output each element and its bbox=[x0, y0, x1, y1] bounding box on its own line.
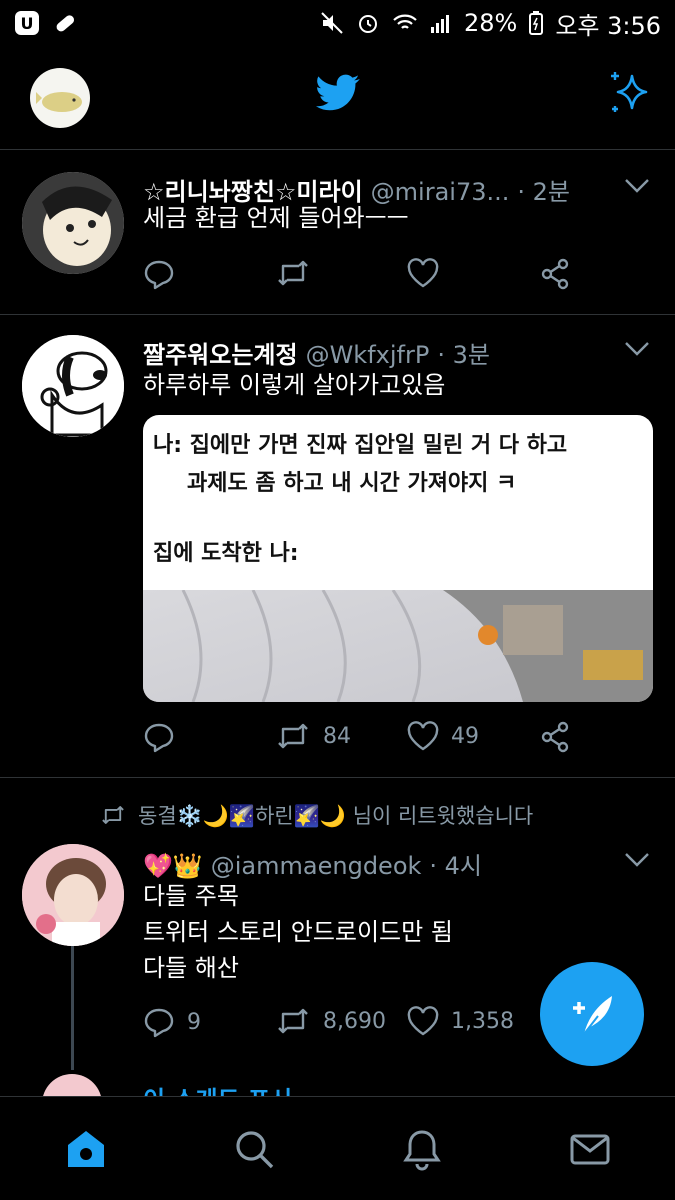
chevron-down-icon[interactable] bbox=[624, 852, 650, 868]
tweet-text: 다들 주목 트위터 스토리 안드로이드만 됨 다들 해산 bbox=[143, 878, 453, 986]
display-name[interactable]: 💖👑 bbox=[143, 852, 203, 880]
reply-icon bbox=[144, 260, 174, 290]
like-button[interactable]: 49 bbox=[407, 721, 479, 751]
avatar[interactable] bbox=[22, 844, 124, 946]
timestamp: · 3분 bbox=[437, 341, 490, 369]
heart-icon bbox=[407, 258, 439, 288]
reply-button[interactable]: 9 bbox=[143, 1006, 201, 1038]
sparkle-icon[interactable] bbox=[606, 70, 652, 116]
thread-connector bbox=[71, 946, 74, 1070]
retweet-button[interactable] bbox=[275, 258, 323, 288]
tweet-line: 다들 주목 bbox=[143, 882, 239, 910]
image-caption-line: 집에 도착한 나: bbox=[153, 541, 299, 566]
share-icon bbox=[541, 258, 569, 290]
bed-photo bbox=[143, 590, 653, 702]
tweet[interactable]: ☆리니놔짱친☆미라이 @mirai73... · 2분 세금 환급 언제 들어와… bbox=[0, 150, 675, 315]
retweet-icon bbox=[102, 806, 124, 824]
retweet-count: 84 bbox=[323, 723, 351, 749]
reply-button[interactable] bbox=[143, 721, 187, 753]
retweet-icon bbox=[278, 723, 308, 749]
messages-icon[interactable] bbox=[568, 1127, 612, 1171]
battery-percent: 28% bbox=[463, 9, 518, 37]
cartoon-avatar-icon bbox=[22, 172, 124, 274]
snoopy-avatar-icon bbox=[22, 335, 124, 437]
retweet-button[interactable]: 84 bbox=[275, 721, 351, 751]
battery-icon bbox=[529, 11, 544, 35]
reply-button[interactable] bbox=[143, 258, 187, 290]
top-app-bar bbox=[0, 46, 675, 150]
tweet-text: 세금 환급 언제 들어와ㅡㅡ bbox=[143, 204, 409, 232]
home-icon[interactable] bbox=[64, 1127, 108, 1171]
like-button[interactable] bbox=[407, 258, 451, 288]
status-bar: U 28% 오후 3:56 bbox=[0, 0, 675, 46]
share-icon bbox=[541, 721, 569, 753]
person-avatar-icon bbox=[22, 844, 124, 946]
reply-icon bbox=[144, 1008, 174, 1038]
search-icon[interactable] bbox=[232, 1127, 276, 1171]
chevron-down-icon[interactable] bbox=[624, 178, 650, 194]
signal-icon bbox=[430, 15, 449, 33]
like-button[interactable]: 1,358 bbox=[407, 1006, 514, 1036]
avatar[interactable] bbox=[22, 335, 124, 437]
reply-count: 9 bbox=[187, 1009, 201, 1035]
image-caption-line: 나: 집에만 가면 진짜 집안일 밀린 거 다 하고 bbox=[153, 433, 568, 458]
chevron-down-icon[interactable] bbox=[624, 341, 650, 357]
wifi-icon bbox=[393, 14, 417, 29]
retweeted-by-text: 동결❄️🌙🌠하린🌠🌙 님이 리트윗했습니다 bbox=[138, 804, 534, 828]
retweet-button[interactable]: 8,690 bbox=[275, 1006, 386, 1036]
retweet-icon bbox=[278, 1008, 308, 1034]
tweet-text: 하루하루 이렇게 살아가고있음 bbox=[143, 371, 446, 399]
bottom-nav bbox=[0, 1096, 675, 1200]
twitter-bird-icon bbox=[316, 74, 360, 111]
share-button[interactable] bbox=[539, 721, 571, 753]
retweet-count: 8,690 bbox=[323, 1008, 386, 1034]
notifications-icon[interactable] bbox=[400, 1127, 444, 1171]
pill-notification-icon bbox=[56, 15, 75, 32]
clock: 오후 3:56 bbox=[555, 11, 661, 40]
timestamp: · 2분 bbox=[517, 178, 570, 206]
mute-icon bbox=[321, 12, 343, 34]
tweet-image[interactable]: 나: 집에만 가면 진짜 집안일 밀린 거 다 하고 과제도 좀 하고 내 시간… bbox=[143, 415, 653, 702]
tweet-line: 다들 해산 bbox=[143, 954, 239, 982]
heart-icon bbox=[407, 721, 439, 751]
image-caption-line: 과제도 좀 하고 내 시간 가져야지 ㅋ bbox=[187, 471, 517, 496]
whale-avatar-icon bbox=[36, 92, 82, 112]
retweet-icon bbox=[278, 260, 308, 286]
svg-text:U: U bbox=[21, 14, 34, 33]
compose-tweet-icon bbox=[573, 996, 612, 1035]
avatar[interactable] bbox=[22, 172, 124, 274]
alarm-icon bbox=[358, 15, 377, 33]
reply-icon bbox=[144, 723, 174, 753]
share-button[interactable] bbox=[539, 258, 571, 290]
compose-tweet-button[interactable] bbox=[540, 962, 644, 1066]
retweeted-by-banner[interactable]: 동결❄️🌙🌠하린🌠🌙 님이 리트윗했습니다 bbox=[100, 800, 533, 830]
handle[interactable]: @WkfxjfrP bbox=[306, 341, 430, 369]
app-notification-icon: U bbox=[15, 11, 39, 35]
like-count: 49 bbox=[451, 723, 479, 749]
tweet[interactable]: 짤주워오는계정 @WkfxjfrP · 3분 하루하루 이렇게 살아가고있음 나… bbox=[0, 315, 675, 778]
display-name[interactable]: 짤주워오는계정 bbox=[143, 335, 298, 370]
tweet-line: 트위터 스토리 안드로이드만 됨 bbox=[143, 918, 453, 946]
heart-icon bbox=[407, 1006, 439, 1036]
profile-avatar-button[interactable] bbox=[30, 68, 90, 128]
timestamp: · 4시 bbox=[429, 852, 483, 880]
handle[interactable]: @iammaengdeok bbox=[211, 852, 422, 880]
like-count: 1,358 bbox=[451, 1008, 514, 1034]
